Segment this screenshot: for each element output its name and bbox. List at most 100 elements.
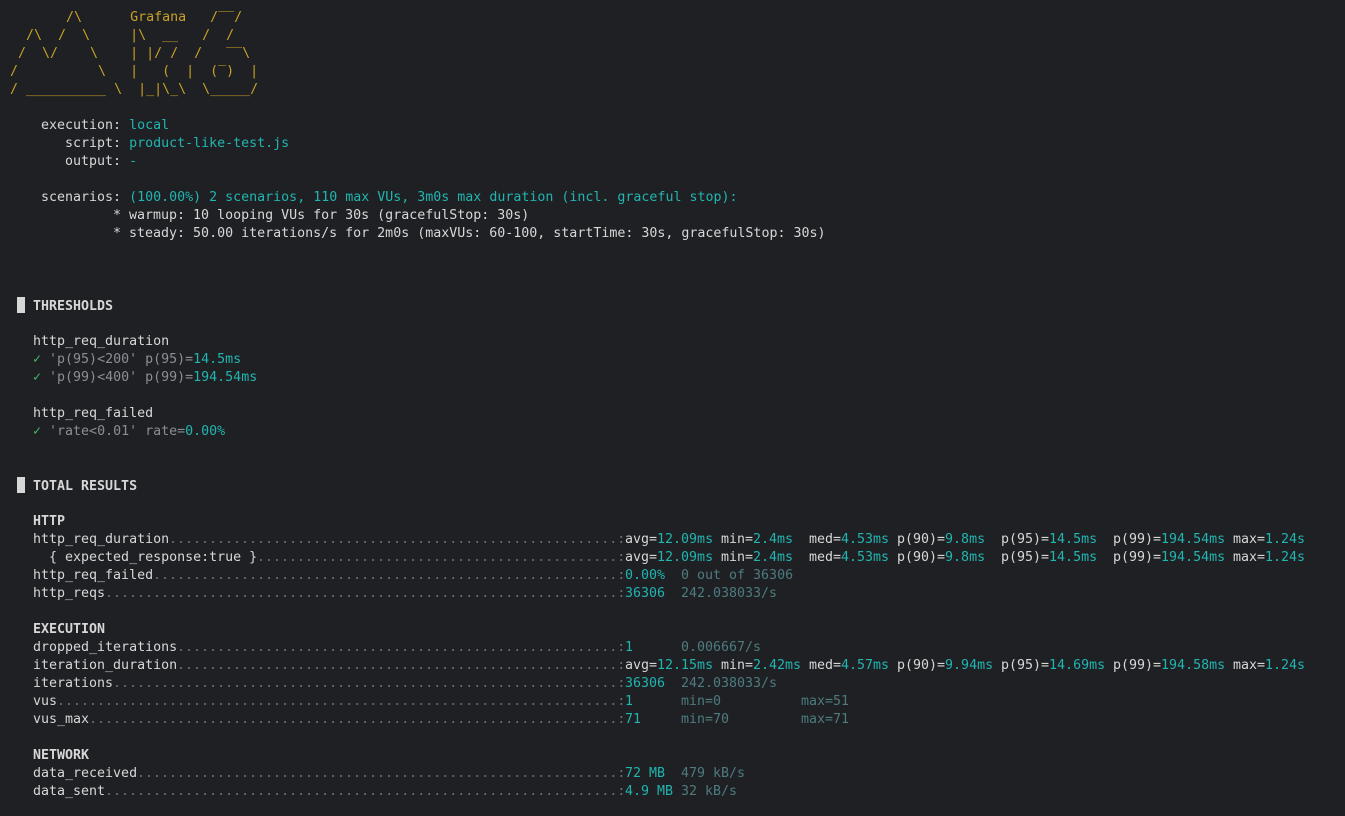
stat-value: 14.5ms bbox=[1049, 532, 1098, 547]
stat-label: max= bbox=[1233, 532, 1266, 547]
stat-value: 1.24s bbox=[1265, 658, 1306, 673]
results-section-title: EXECUTION bbox=[33, 622, 106, 637]
stat-label: p(99)= bbox=[1113, 550, 1162, 565]
metric-name: http_req_failed bbox=[33, 568, 154, 583]
stat-value: 12.09ms bbox=[657, 532, 714, 547]
metric-extra: 0 out of 36306 bbox=[681, 568, 794, 583]
threshold-rule-text: 'p(99)<400' bbox=[49, 370, 138, 385]
metric-stat: p(99)=194.58ms bbox=[1113, 657, 1225, 675]
results-section-title: NETWORK bbox=[33, 748, 90, 763]
check-icon: ✓ bbox=[33, 352, 42, 367]
metric-extra: min=70 bbox=[681, 712, 730, 727]
metric-value: 71 bbox=[625, 712, 642, 727]
section-bar-icon bbox=[17, 297, 25, 313]
results-section-title: HTTP bbox=[33, 514, 66, 529]
dot-leader: ........................................… bbox=[89, 712, 626, 727]
stat-value: 1.24s bbox=[1265, 550, 1306, 565]
metric-value: 36306 bbox=[625, 586, 666, 601]
check-icon: ✓ bbox=[33, 370, 42, 385]
terminal-window: /\ Grafana /‾‾/ /\ / \ |\ __ / / / \/ \ … bbox=[0, 0, 1345, 816]
threshold-group-name: http_req_duration bbox=[33, 334, 170, 349]
thresholds-heading: THRESHOLDS bbox=[17, 297, 113, 315]
metric-stat: p(90)=9.8ms bbox=[897, 531, 985, 549]
metric-stat: med=4.57ms bbox=[809, 657, 889, 675]
stat-label: p(99)= bbox=[1113, 532, 1162, 547]
results-title: TOTAL RESULTS bbox=[33, 479, 138, 494]
metric-extra: 479 kB/s bbox=[681, 766, 746, 781]
stat-value: 4.53ms bbox=[841, 532, 890, 547]
threshold-rule-text: 'rate<0.01' bbox=[49, 424, 138, 439]
threshold-value: 14.5ms bbox=[193, 352, 242, 367]
metric-stat: avg=12.09ms bbox=[625, 531, 713, 549]
metric-name: data_received bbox=[33, 766, 138, 781]
logo-line: / \/ \ | |/ / / ‾‾\ bbox=[10, 46, 259, 61]
script-value: product-like-test.js bbox=[129, 136, 290, 151]
metric-value: 1 bbox=[625, 694, 634, 709]
metric-name: iterations bbox=[33, 676, 114, 691]
stat-value: 4.53ms bbox=[841, 550, 890, 565]
metric-stat: p(95)=14.5ms bbox=[1001, 531, 1097, 549]
scenarios-value: (100.00%) 2 scenarios, 110 max VUs, 3m0s… bbox=[129, 190, 738, 205]
stat-label: max= bbox=[1233, 550, 1266, 565]
metric-stat: p(95)=14.69ms bbox=[1001, 657, 1105, 675]
scenario-steady: * steady: 50.00 iterations/s for 2m0s (m… bbox=[113, 226, 826, 241]
metric-stat: p(90)=9.94ms bbox=[897, 657, 993, 675]
metric-stat: max=1.24s bbox=[1233, 531, 1305, 549]
stat-label: med= bbox=[809, 550, 842, 565]
execution-label: execution: bbox=[41, 118, 122, 133]
metric-value: 36306 bbox=[625, 676, 666, 691]
metric-stat: avg=12.09ms bbox=[625, 549, 713, 567]
stat-label: p(90)= bbox=[897, 550, 946, 565]
metric-value: 0.00% bbox=[625, 568, 666, 583]
metric-name: http_req_duration bbox=[33, 532, 170, 547]
metric-extra: 32 kB/s bbox=[681, 784, 738, 799]
dot-leader: ........................................… bbox=[105, 586, 626, 601]
dot-leader: ........................................… bbox=[177, 640, 626, 655]
stat-label: min= bbox=[721, 550, 754, 565]
threshold-value: 0.00% bbox=[185, 424, 226, 439]
metric-extra: 242.038033/s bbox=[681, 676, 778, 691]
logo-line: / \ | ( | (‾) | bbox=[10, 64, 259, 79]
stat-label: avg= bbox=[625, 532, 658, 547]
stat-value: 9.8ms bbox=[945, 532, 986, 547]
stat-label: avg= bbox=[625, 550, 658, 565]
dot-leader: ........................................… bbox=[105, 784, 626, 799]
stat-value: 194.54ms bbox=[1161, 550, 1226, 565]
metric-name: http_reqs bbox=[33, 586, 106, 601]
execution-value: local bbox=[129, 118, 170, 133]
dot-leader: ........................................… bbox=[57, 694, 626, 709]
metric-extra: 0.006667/s bbox=[681, 640, 762, 655]
stat-value: 9.8ms bbox=[945, 550, 986, 565]
stat-label: med= bbox=[809, 658, 842, 673]
stat-value: 9.94ms bbox=[945, 658, 994, 673]
stat-label: min= bbox=[721, 532, 754, 547]
dot-leader: ........................................… bbox=[177, 658, 626, 673]
stat-label: min= bbox=[721, 658, 754, 673]
stat-label: med= bbox=[809, 532, 842, 547]
metric-extra: max=71 bbox=[801, 712, 850, 727]
metric-stat: med=4.53ms bbox=[809, 549, 889, 567]
output-line: output: - bbox=[65, 153, 137, 171]
metric-value: 1 bbox=[625, 640, 634, 655]
stat-value: 14.5ms bbox=[1049, 550, 1098, 565]
stat-label: p(95)= bbox=[1001, 550, 1050, 565]
metric-extra: 242.038033/s bbox=[681, 586, 778, 601]
threshold-metric: p(99)= bbox=[145, 370, 194, 385]
stat-value: 2.42ms bbox=[753, 658, 802, 673]
metric-stat: max=1.24s bbox=[1233, 549, 1305, 567]
stat-label: avg= bbox=[625, 658, 658, 673]
dot-leader: ........................................… bbox=[257, 550, 626, 565]
dot-leader: ........................................… bbox=[113, 676, 626, 691]
threshold-rule-text: 'p(95)<200' bbox=[49, 352, 138, 367]
output-value: - bbox=[129, 154, 138, 169]
threshold-rule: ✓ 'p(95)<200' p(95)=14.5ms bbox=[33, 351, 241, 369]
metric-stat: p(90)=9.8ms bbox=[897, 549, 985, 567]
metric-name: { expected_response:true } bbox=[33, 550, 258, 565]
metric-stat: min=2.4ms bbox=[721, 531, 793, 549]
stat-value: 2.4ms bbox=[753, 532, 794, 547]
metric-extra: max=51 bbox=[801, 694, 850, 709]
metric-stat: avg=12.15ms bbox=[625, 657, 713, 675]
stat-value: 12.09ms bbox=[657, 550, 714, 565]
threshold-metric: rate= bbox=[145, 424, 186, 439]
metric-value: 4.9 MB bbox=[625, 784, 674, 799]
